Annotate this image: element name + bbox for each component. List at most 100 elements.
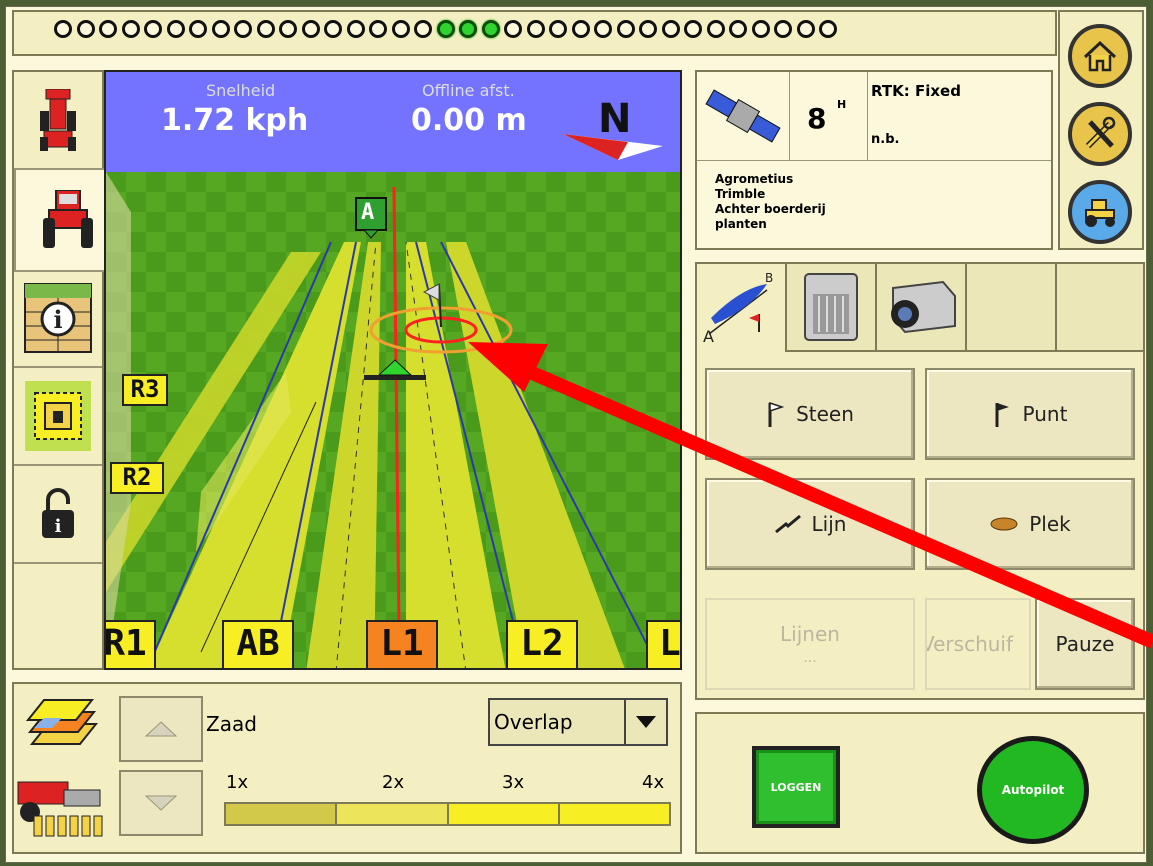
scale-label-4x: 4x — [642, 772, 665, 793]
led-off — [324, 20, 342, 38]
tab-guidance[interactable]: A B — [697, 264, 787, 352]
led-off — [751, 20, 770, 38]
offline-label: Offline afst. — [422, 81, 515, 100]
plek-label: Plek — [1029, 512, 1071, 536]
mode-select-value: Overlap — [494, 710, 573, 734]
autopilot-button[interactable]: Autopilot — [977, 736, 1089, 844]
home-icon — [1083, 40, 1117, 72]
led-off — [121, 20, 140, 38]
lijnen-sub: ... — [803, 650, 817, 666]
tab-controller[interactable] — [787, 264, 877, 352]
dropdown-arrow-icon — [636, 716, 656, 728]
farm-name: Trimble — [715, 187, 766, 201]
tab-vehicle-red[interactable] — [14, 72, 102, 170]
steen-button[interactable]: Steen — [705, 368, 915, 460]
tab-empty-1[interactable] — [967, 264, 1057, 352]
lijn-label: Lijn — [811, 512, 847, 536]
satellite-icon — [705, 89, 781, 143]
led-off — [729, 20, 747, 38]
mode-dropdown-toggle[interactable] — [624, 700, 666, 744]
lane-label-l: L — [646, 620, 680, 668]
pauze-button[interactable]: Pauze — [1035, 598, 1135, 690]
rate-up-button[interactable] — [119, 696, 203, 762]
led-off — [571, 20, 590, 38]
planter-icon[interactable] — [14, 772, 106, 848]
settings-button[interactable] — [1068, 102, 1132, 166]
led-off — [76, 20, 95, 38]
led-off — [706, 20, 725, 38]
tractor-front-icon — [43, 190, 93, 248]
rtk-sub: n.b. — [871, 132, 900, 147]
action-panel: A B Steen Punt Lijn Plek Lijnen ... Vers… — [695, 262, 1145, 700]
led-off — [54, 20, 72, 38]
tab-lock[interactable]: i — [14, 466, 102, 564]
led-off — [594, 20, 612, 38]
guidance-map[interactable]: Snelheid 1.72 kph Offline afst. 0.00 m N… — [104, 70, 682, 670]
field-info: Agrometius Trimble Achter boerderij plan… — [715, 172, 826, 232]
layers-icon[interactable] — [22, 694, 102, 764]
scale-label-2x: 2x — [382, 772, 405, 793]
led-off — [369, 20, 387, 38]
lightbar-leds — [54, 20, 837, 38]
scale-segment — [559, 804, 669, 824]
lijnen-button[interactable]: Lijnen ... — [705, 598, 915, 690]
field-name: Achter boerderij — [715, 202, 826, 216]
scale-segment — [226, 804, 338, 824]
chevron-down-icon — [144, 795, 178, 811]
led-off — [99, 20, 117, 38]
right-icon-column — [1058, 10, 1144, 250]
led-on — [459, 20, 477, 38]
svg-text:A: A — [703, 327, 714, 346]
ab-line-icon: A B — [703, 271, 773, 346]
tractor-icon — [1085, 199, 1115, 227]
rate-scale-bar — [224, 802, 671, 826]
control-panel: LOGGEN Autopilot — [695, 712, 1145, 854]
task-name: planten — [715, 217, 767, 231]
verschuif-button[interactable]: Verschuif — [925, 598, 1031, 690]
product-panel: Zaad Overlap 1x 2x 3x 4x — [12, 682, 682, 854]
rtk-box: RTK: Fixed n.b. — [867, 72, 1051, 161]
rate-down-button[interactable] — [119, 770, 203, 836]
lane-label-ab: AB — [222, 620, 294, 668]
tab-info[interactable]: i — [14, 270, 102, 368]
camera-icon — [891, 280, 956, 334]
punt-label: Punt — [1022, 402, 1068, 426]
led-off — [684, 20, 702, 38]
lijn-button[interactable]: Lijn — [705, 478, 915, 570]
led-off — [144, 20, 162, 38]
tab-field-map[interactable] — [14, 368, 102, 466]
led-off — [549, 20, 567, 38]
lightbar — [12, 10, 1057, 56]
punt-button[interactable]: Punt — [925, 368, 1135, 460]
scale-segment — [337, 804, 449, 824]
led-off — [526, 20, 545, 38]
led-off — [661, 20, 680, 38]
svg-text:i: i — [53, 305, 62, 334]
satellite-count-box: 8 H — [789, 72, 868, 161]
led-on — [481, 20, 500, 38]
pauze-label: Pauze — [1055, 632, 1115, 656]
led-off — [279, 20, 297, 38]
compass-north: N — [598, 96, 632, 142]
log-button[interactable]: LOGGEN — [752, 746, 840, 828]
led-off — [166, 20, 185, 38]
tab-empty[interactable] — [14, 564, 102, 660]
lock-icon: i — [42, 488, 74, 538]
vehicle-marker — [364, 375, 426, 380]
led-off — [504, 20, 522, 38]
controller-icon — [804, 273, 858, 341]
led-off — [639, 20, 657, 38]
tab-camera[interactable] — [877, 264, 967, 352]
status-panel: 8 H RTK: Fixed n.b. Agrometius Trimble A… — [695, 70, 1053, 250]
home-button[interactable] — [1068, 24, 1132, 88]
satellite-box — [697, 72, 790, 161]
vehicle-button[interactable] — [1068, 180, 1132, 244]
plek-button[interactable]: Plek — [925, 478, 1135, 570]
side-marker-r2: R2 — [110, 462, 164, 494]
tools-icon — [1085, 116, 1116, 149]
tab-empty-2[interactable] — [1057, 264, 1143, 352]
steen-label: Steen — [796, 402, 854, 426]
rtk-status: RTK: Fixed — [871, 82, 961, 100]
autopilot-label: Autopilot — [1001, 783, 1065, 797]
mode-select[interactable]: Overlap — [488, 698, 668, 746]
